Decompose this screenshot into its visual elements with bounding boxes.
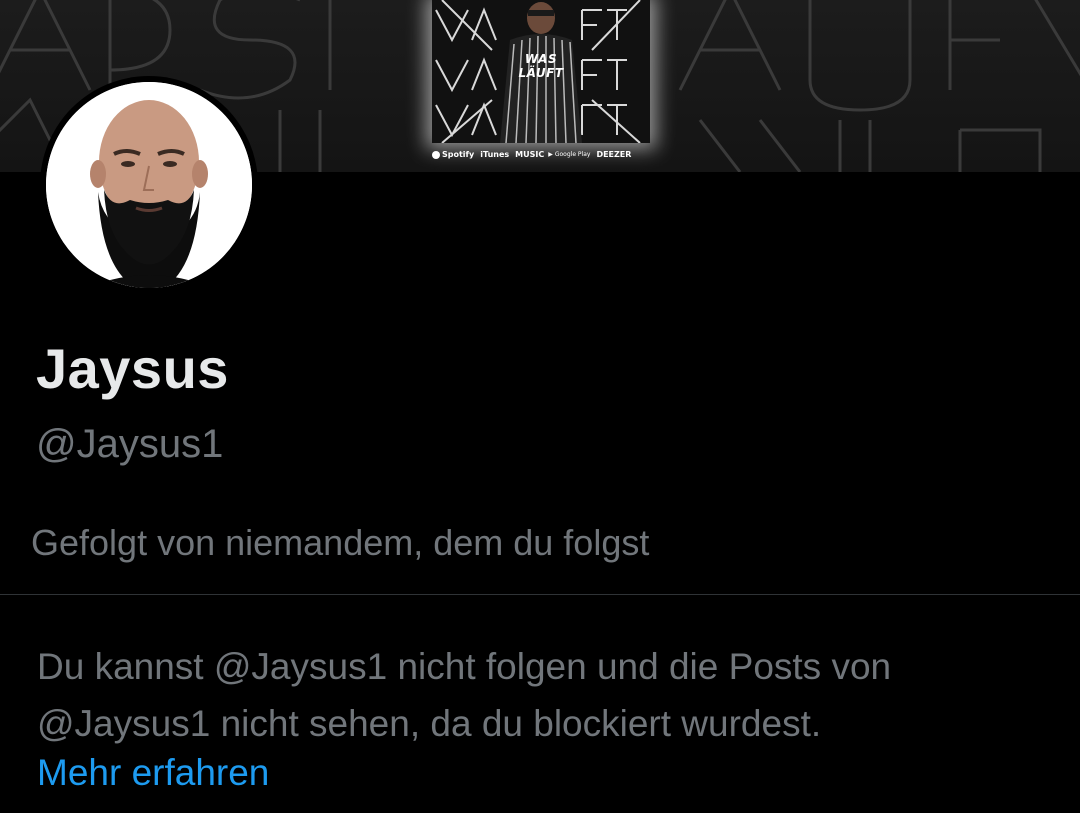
avatar[interactable] — [46, 82, 252, 288]
store-label: Google Play — [554, 151, 591, 158]
play-icon: ▶ — [548, 151, 553, 158]
store-apple-music: MUSIC — [513, 150, 544, 159]
store-google-play: ▶ Google Play — [548, 151, 590, 158]
user-handle: @Jaysus1 — [36, 422, 224, 466]
store-label: MUSIC — [515, 150, 545, 159]
store-deezer: DEEZER — [594, 150, 631, 159]
store-label: DEEZER — [596, 150, 632, 159]
followed-by-text: Gefolgt von niemandem, dem du folgst — [31, 522, 650, 563]
store-label: Spotify — [442, 150, 475, 159]
learn-more-link[interactable]: Mehr erfahren — [37, 752, 269, 794]
blocked-message: Du kannst @Jaysus1 nicht folgen und die … — [37, 646, 892, 744]
spotify-icon — [432, 150, 440, 159]
store-logos: Spotify iTunes MUSIC ▶ Google Play DEEZER — [432, 150, 652, 159]
store-label: iTunes — [480, 150, 510, 159]
store-spotify: Spotify — [432, 150, 474, 159]
avatar-image — [46, 82, 252, 288]
album-cover: WAS LÄUFT — [432, 0, 650, 143]
album-title: WAS LÄUFT — [518, 52, 564, 80]
avatar-frame[interactable] — [40, 76, 258, 294]
store-itunes: iTunes — [478, 150, 509, 159]
divider — [0, 594, 1080, 595]
display-name: Jaysus — [36, 337, 229, 400]
